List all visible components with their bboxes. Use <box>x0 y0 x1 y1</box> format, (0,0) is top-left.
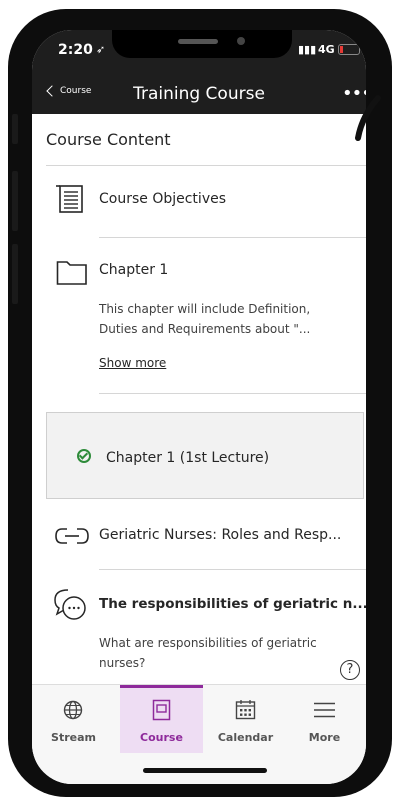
divider <box>46 165 366 166</box>
item-description: This chapter will include Definition, Du… <box>99 302 311 336</box>
tab-stream[interactable]: Stream <box>32 685 115 753</box>
app-screen: 2:20 ➶ ▮▮▮ 4G Course Training Course •••… <box>32 30 366 784</box>
signal-icon: ▮▮▮ <box>298 43 317 56</box>
tab-label: Calendar <box>217 731 274 744</box>
item-title: The responsibilities of geriatric n... <box>99 596 366 612</box>
divider <box>99 393 366 394</box>
course-content: Course Content Course Objectives Chapter… <box>32 114 366 684</box>
check-circle-icon <box>77 449 91 463</box>
tab-label: Course <box>140 731 183 744</box>
discussion-icon <box>54 589 86 620</box>
home-indicator <box>143 768 267 773</box>
tab-label: Stream <box>51 731 96 744</box>
tab-more[interactable]: More <box>283 685 366 753</box>
item-description: What are responsibilities of geriatric n… <box>99 636 317 670</box>
item-title: Geriatric Nurses: Roles and Resp... <box>99 527 342 543</box>
divider <box>99 237 366 238</box>
side-button <box>12 114 18 144</box>
side-button <box>12 171 18 231</box>
camera <box>237 37 245 45</box>
tab-calendar[interactable]: Calendar <box>204 685 287 753</box>
item-title: Chapter 1 <box>99 262 169 278</box>
side-button <box>12 244 18 304</box>
notch <box>112 30 292 58</box>
status-bar: 2:20 ➶ ▮▮▮ 4G <box>32 30 366 77</box>
network-type: 4G <box>318 43 335 56</box>
battery-icon <box>338 44 360 55</box>
link-icon <box>55 528 89 544</box>
location-arrow-icon: ➶ <box>96 43 106 56</box>
list-item-selected[interactable]: Chapter 1 (1st Lecture) <box>46 412 364 499</box>
tab-label: More <box>308 731 341 744</box>
item-title: Course Objectives <box>99 191 227 207</box>
divider <box>99 569 366 570</box>
menu-icon <box>314 702 335 718</box>
tab-course[interactable]: Course <box>120 685 203 753</box>
item-title: Chapter 1 (1st Lecture) <box>106 450 270 466</box>
globe-icon <box>63 700 83 720</box>
folder-icon <box>56 261 87 285</box>
calendar-icon <box>235 700 256 720</box>
help-icon[interactable]: ? <box>340 660 360 680</box>
section-title: Course Content <box>46 130 171 149</box>
speaker <box>178 39 218 44</box>
show-more-link[interactable]: Show more <box>99 356 166 370</box>
status-time: 2:20 <box>58 42 93 58</box>
nav-bar: Course Training Course ••• <box>32 77 366 114</box>
course-icon <box>152 699 171 721</box>
page-title: Training Course <box>133 84 265 104</box>
document-icon <box>56 185 83 213</box>
decorative-stroke <box>355 95 381 141</box>
